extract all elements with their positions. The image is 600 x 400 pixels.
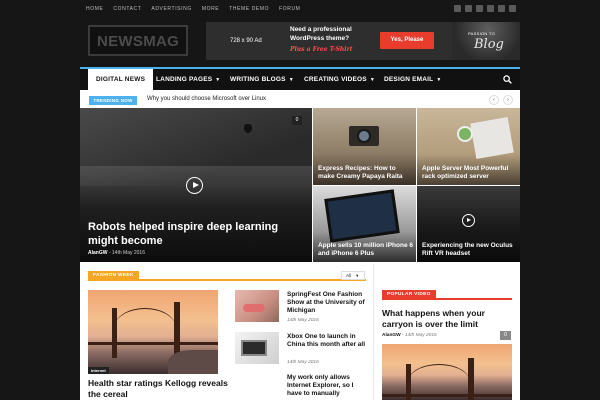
nav-label: Writing Blogs — [230, 76, 286, 83]
top-link-contact[interactable]: Contact — [113, 6, 141, 12]
nav-item-design-email[interactable]: Design Email ▼ — [376, 69, 450, 90]
nav-item-writing-blogs[interactable]: Writing Blogs ▼ — [222, 69, 302, 90]
twitter-icon[interactable] — [465, 5, 472, 12]
list-item-date: 14th May 2016 — [287, 360, 319, 365]
facebook-icon[interactable] — [454, 5, 461, 12]
featured-main-meta: AlanGW - 14th May 2016 — [88, 250, 145, 256]
device-image — [241, 340, 267, 356]
top-link-forum[interactable]: Forum — [279, 6, 300, 12]
tile-caption[interactable]: Apple sells 10 million iPhone 6 and iPho… — [318, 242, 414, 258]
author-name[interactable]: AlanGW — [382, 333, 401, 338]
featured-main-title[interactable]: Robots helped inspire deep learning migh… — [88, 220, 288, 248]
featured-tile-4[interactable]: Experiencing the new Oculus Rift VR head… — [417, 186, 520, 262]
featured-tile-1[interactable]: Express Recipes: How to make Creamy Papa… — [313, 108, 416, 185]
youtube-icon[interactable] — [498, 5, 505, 12]
tile-caption[interactable]: Experiencing the new Oculus Rift VR head… — [422, 242, 518, 258]
header-ad-banner[interactable]: 728 x 90 Ad Need a professional WordPres… — [206, 22, 520, 60]
post-date: 14th May 2016 — [404, 333, 437, 338]
top-link-more[interactable]: More — [202, 6, 219, 12]
ad-line-1: Need a professional — [290, 26, 352, 33]
chevron-down-icon: ▼ — [355, 273, 360, 278]
top-link-theme-demo[interactable]: Theme Demo — [229, 6, 269, 12]
author-name[interactable]: AlanGW — [88, 250, 107, 256]
bridge-tower — [174, 302, 180, 358]
nav-label: Landing Pages — [156, 76, 213, 83]
list-item-title[interactable]: My work only allows Internet Explorer, s… — [287, 374, 367, 398]
trending-next-button[interactable]: › — [503, 95, 513, 105]
social-icons — [454, 5, 516, 12]
top-links: Home Contact Advertising More Theme Demo… — [86, 6, 300, 12]
nav-label: Creating Videos — [304, 76, 367, 83]
top-link-advertising[interactable]: Advertising — [151, 6, 191, 12]
fashion-main-title[interactable]: Health star ratings Kellogg reveals the … — [88, 378, 228, 400]
tile-caption[interactable]: Express Recipes: How to make Creamy Papa… — [318, 165, 408, 181]
popular-video-badge[interactable]: POPULAR VIDEO — [382, 290, 436, 300]
ad-yes-button[interactable]: Yes, Please — [380, 32, 434, 49]
chevron-down-icon: ▼ — [215, 77, 221, 83]
chevron-down-icon: ▼ — [288, 77, 294, 83]
tile-caption[interactable]: Apple Server Most Powerful rack optimize… — [422, 165, 516, 181]
trending-prev-button[interactable]: ‹ — [489, 95, 499, 105]
featured-tile-3[interactable]: Apple sells 10 million iPhone 6 and iPho… — [313, 186, 416, 262]
ad-line-2: WordPress theme? — [290, 35, 350, 42]
hill — [168, 350, 218, 374]
comment-count: 0 — [292, 116, 302, 125]
nav-label: Design Email — [384, 76, 434, 83]
filter-value: All — [346, 273, 352, 278]
main-nav: Digital News Landing Pages ▼ Writing Blog… — [80, 67, 520, 90]
list-item-date: 14th May 2016 — [287, 318, 319, 323]
top-link-home[interactable]: Home — [86, 6, 103, 12]
featured-tile-2[interactable]: Apple Server Most Powerful rack optimize… — [417, 108, 520, 185]
trending-badge: TRENDING NOW — [89, 96, 137, 105]
list-item-title[interactable]: SpringFest One Fashion Show at the Unive… — [287, 291, 367, 315]
popular-image[interactable] — [382, 344, 512, 400]
logo-text: NEWSMAG — [97, 33, 180, 50]
vimeo-icon[interactable] — [476, 5, 483, 12]
nav-item-creating-videos[interactable]: Creating Videos ▼ — [296, 69, 383, 90]
chevron-down-icon: ▼ — [369, 77, 375, 83]
list-item-title[interactable]: Xbox One to launch in China this month a… — [287, 333, 367, 349]
post-date: 14th May 2016 — [111, 250, 145, 256]
popular-title[interactable]: What happens when your carryon is over t… — [382, 308, 512, 330]
nav-item-landing-pages[interactable]: Landing Pages ▼ — [148, 69, 228, 90]
play-icon[interactable] — [186, 177, 203, 194]
popular-meta: AlanGW - 14th May 2016 — [382, 333, 437, 338]
cup-image — [457, 126, 473, 142]
sidebar-divider — [373, 264, 374, 400]
list-thumb[interactable] — [235, 290, 279, 322]
vk-icon[interactable] — [487, 5, 494, 12]
category-tag[interactable]: Internet — [88, 367, 109, 374]
apple-logo-icon — [244, 124, 252, 133]
mail-icon[interactable] — [509, 5, 516, 12]
chevron-down-icon: ▼ — [436, 77, 442, 83]
shoe-image — [243, 304, 265, 312]
ad-tshirt-offer: Plus a Free T-Shirt — [290, 46, 353, 53]
fashion-main-image[interactable]: Internet — [88, 290, 218, 374]
trending-headline[interactable]: Why you should choose Microsoft over Lin… — [147, 96, 266, 102]
bridge-deck — [382, 394, 512, 397]
trending-bar: TRENDING NOW Why you should choose Micro… — [80, 92, 520, 108]
ad-shirt-script: Blog — [474, 37, 504, 52]
featured-main-post[interactable]: 0 Robots helped inspire deep learning mi… — [80, 108, 312, 262]
bridge-deck — [88, 342, 218, 345]
play-icon[interactable] — [462, 214, 475, 227]
fashion-week-badge[interactable]: FASHION WEEK — [88, 271, 139, 281]
ipad-image — [324, 189, 400, 243]
filter-dropdown[interactable]: All ▼ — [341, 271, 365, 280]
top-bar: Home Contact Advertising More Theme Demo… — [0, 0, 600, 20]
nav-item-digital-news[interactable]: Digital News — [88, 69, 154, 90]
paper-image — [470, 116, 514, 160]
site-logo[interactable]: NEWSMAG — [88, 25, 188, 56]
comment-count: 0 — [500, 331, 511, 340]
camera-lens — [357, 129, 371, 143]
bridge-tower — [112, 308, 117, 358]
ad-size-label: 728 x 90 Ad — [230, 38, 262, 44]
ad-shirt-text: PASSION TO — [468, 31, 496, 36]
nav-label: Digital News — [96, 76, 146, 83]
search-icon[interactable] — [503, 75, 512, 84]
list-thumb[interactable] — [235, 332, 279, 364]
